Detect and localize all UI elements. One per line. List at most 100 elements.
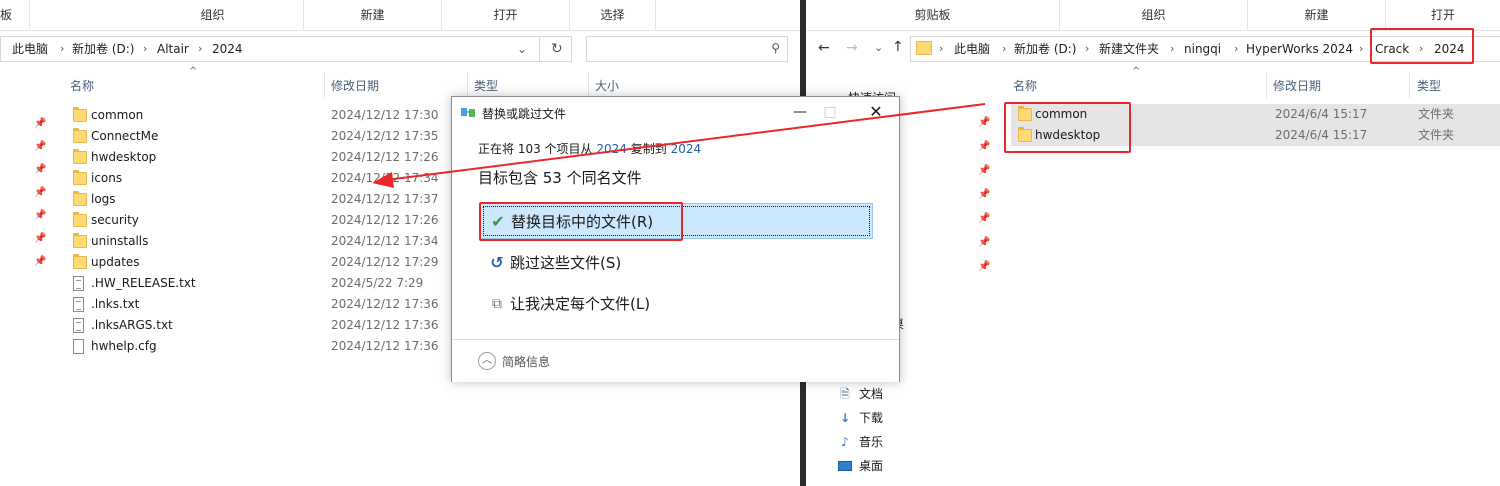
- maximize-icon[interactable]: □: [816, 101, 844, 123]
- breadcrumb-this-pc[interactable]: 此电脑: [954, 37, 990, 61]
- pin-icon[interactable]: 📌: [978, 237, 990, 248]
- minimize-icon[interactable]: —: [786, 101, 814, 123]
- breadcrumb-separator-icon[interactable]: ›: [60, 37, 64, 61]
- file-row[interactable]: security 2024/12/12 17:26: [70, 210, 450, 231]
- left-search-input[interactable]: ⚲: [586, 36, 788, 62]
- ribbon-open-group[interactable]: 打开: [1386, 0, 1500, 31]
- file-date: 2024/12/12 17:26: [331, 213, 439, 227]
- dialog-title: 替换或跳过文件: [482, 107, 567, 121]
- pin-icon[interactable]: 📌: [978, 117, 990, 128]
- chevron-up-icon[interactable]: ︿: [478, 352, 496, 370]
- skip-arrow-icon: ↺: [490, 253, 504, 272]
- address-history-dropdown-icon[interactable]: ⌄: [517, 37, 527, 61]
- folder-icon: [73, 149, 87, 164]
- ribbon-organize-group[interactable]: 组织: [122, 0, 304, 31]
- ribbon-clipboard-group[interactable]: 剪贴板: [806, 0, 1060, 31]
- breadcrumb-drive-d[interactable]: 新加卷 (D:): [1014, 37, 1076, 61]
- file-date: 2024/6/4 15:17: [1275, 107, 1368, 121]
- pin-icon[interactable]: 📌: [978, 141, 990, 152]
- file-type: 文件夹: [1418, 107, 1455, 121]
- column-header-type[interactable]: 类型: [474, 76, 498, 96]
- breadcrumb-2024[interactable]: 2024: [212, 37, 243, 61]
- ribbon-new-group[interactable]: 新建: [304, 0, 442, 31]
- recent-locations-icon[interactable]: ⌄: [874, 41, 883, 54]
- ribbon-open-group[interactable]: 打开: [442, 0, 570, 31]
- breadcrumb-drive-d[interactable]: 新加卷 (D:): [72, 37, 134, 61]
- file-name: .lnks.txt: [91, 297, 140, 311]
- search-icon[interactable]: ⚲: [771, 41, 780, 55]
- file-row[interactable]: ConnectMe 2024/12/12 17:35: [70, 126, 450, 147]
- pin-icon[interactable]: 📌: [34, 164, 46, 175]
- file-date: 2024/6/4 15:17: [1275, 128, 1368, 142]
- breadcrumb-this-pc[interactable]: 此电脑: [12, 37, 48, 61]
- breadcrumb-new-folder[interactable]: 新建文件夹: [1099, 37, 1159, 61]
- ribbon-select-group[interactable]: 选择: [570, 0, 656, 31]
- pin-icon[interactable]: 📌: [978, 165, 990, 176]
- breadcrumb-separator-icon[interactable]: ›: [198, 37, 202, 61]
- breadcrumb-separator-icon[interactable]: ›: [1359, 37, 1363, 61]
- breadcrumb-separator-icon[interactable]: ›: [1085, 37, 1089, 61]
- file-row[interactable]: logs 2024/12/12 17:37: [70, 189, 450, 210]
- file-row[interactable]: updates 2024/12/12 17:29: [70, 252, 450, 273]
- breadcrumb-altair[interactable]: Altair: [157, 37, 189, 61]
- column-separator[interactable]: [1266, 72, 1267, 98]
- pin-icon[interactable]: 📌: [978, 189, 990, 200]
- pin-icon[interactable]: 📌: [34, 141, 46, 152]
- breadcrumb-separator-icon[interactable]: ›: [1170, 37, 1174, 61]
- column-header-type[interactable]: 类型: [1417, 76, 1441, 96]
- pin-icon[interactable]: 📌: [34, 256, 46, 267]
- breadcrumb-ningqi[interactable]: ningqi: [1184, 37, 1221, 61]
- file-name: icons: [91, 171, 123, 185]
- copy-progress-text: 正在将 103 个项目从 2024 复制到 2024: [478, 140, 701, 157]
- ribbon-organize-group[interactable]: 组织: [1060, 0, 1248, 31]
- ribbon-new-group[interactable]: 新建: [1248, 0, 1386, 31]
- pin-icon[interactable]: 📌: [978, 261, 990, 272]
- file-row[interactable]: common 2024/12/12 17:30: [70, 105, 450, 126]
- up-arrow-icon[interactable]: ↑: [892, 39, 904, 55]
- column-header-name[interactable]: 名称: [1013, 76, 1037, 96]
- copy-middle: 复制到: [630, 142, 667, 156]
- breadcrumb-separator-icon[interactable]: ›: [143, 37, 147, 61]
- refresh-icon[interactable]: ↻: [551, 37, 563, 61]
- breadcrumb-hyperworks[interactable]: HyperWorks 2024: [1246, 37, 1353, 61]
- file-row[interactable]: hwhelp.cfg 2024/12/12 17:36: [70, 336, 450, 357]
- column-separator[interactable]: [324, 72, 325, 98]
- file-row[interactable]: .lnksARGS.txt 2024/12/12 17:36: [70, 315, 450, 336]
- file-date: 2024/12/12 17:35: [331, 129, 439, 143]
- dest-link[interactable]: 2024: [671, 142, 702, 156]
- column-header-date[interactable]: 修改日期: [331, 76, 379, 96]
- breadcrumb-separator-icon[interactable]: ›: [1234, 37, 1238, 61]
- less-info-link[interactable]: 简略信息: [502, 353, 550, 370]
- pin-icon[interactable]: 📌: [34, 233, 46, 244]
- left-ribbon: 板 组织 新建 打开 选择: [0, 0, 800, 31]
- file-name: ConnectMe: [91, 129, 159, 143]
- skip-files-button[interactable]: ↺ 跳过这些文件(S): [480, 245, 873, 281]
- column-separator[interactable]: [1409, 72, 1410, 98]
- file-row[interactable]: icons 2024/12/12 17:34: [70, 168, 450, 189]
- file-date: 2024/12/12 17:34: [331, 171, 439, 185]
- file-row[interactable]: .lnks.txt 2024/12/12 17:36: [70, 294, 450, 315]
- column-header-name[interactable]: 名称: [70, 76, 94, 96]
- decide-each-file-button[interactable]: ⧉ 让我决定每个文件(L): [480, 286, 873, 322]
- column-separator[interactable]: [588, 72, 589, 98]
- close-icon[interactable]: ✕: [862, 101, 890, 123]
- ribbon-clipboard-group[interactable]: 板: [0, 0, 30, 31]
- left-address-bar[interactable]: 此电脑 › 新加卷 (D:) › Altair › 2024 ⌄ ↻: [0, 36, 572, 62]
- source-link[interactable]: 2024: [596, 142, 627, 156]
- forward-arrow-icon[interactable]: →: [846, 40, 858, 56]
- breadcrumb-separator-icon[interactable]: ›: [1002, 37, 1006, 61]
- column-separator[interactable]: [467, 72, 468, 98]
- back-arrow-icon[interactable]: ←: [818, 40, 830, 56]
- file-row[interactable]: hwdesktop 2024/12/12 17:26: [70, 147, 450, 168]
- file-row[interactable]: uninstalls 2024/12/12 17:34: [70, 231, 450, 252]
- column-header-date[interactable]: 修改日期: [1273, 76, 1321, 96]
- pin-icon[interactable]: 📌: [34, 187, 46, 198]
- column-header-size[interactable]: 大小: [595, 76, 619, 96]
- file-row[interactable]: .HW_RELEASE.txt 2024/5/22 7:29: [70, 273, 450, 294]
- breadcrumb-separator-icon[interactable]: ›: [939, 37, 943, 61]
- file-name: logs: [91, 192, 116, 206]
- pin-icon[interactable]: 📌: [34, 118, 46, 129]
- pin-icon[interactable]: 📌: [34, 210, 46, 221]
- sort-ascending-icon: ^: [1132, 66, 1141, 77]
- pin-icon[interactable]: 📌: [978, 213, 990, 224]
